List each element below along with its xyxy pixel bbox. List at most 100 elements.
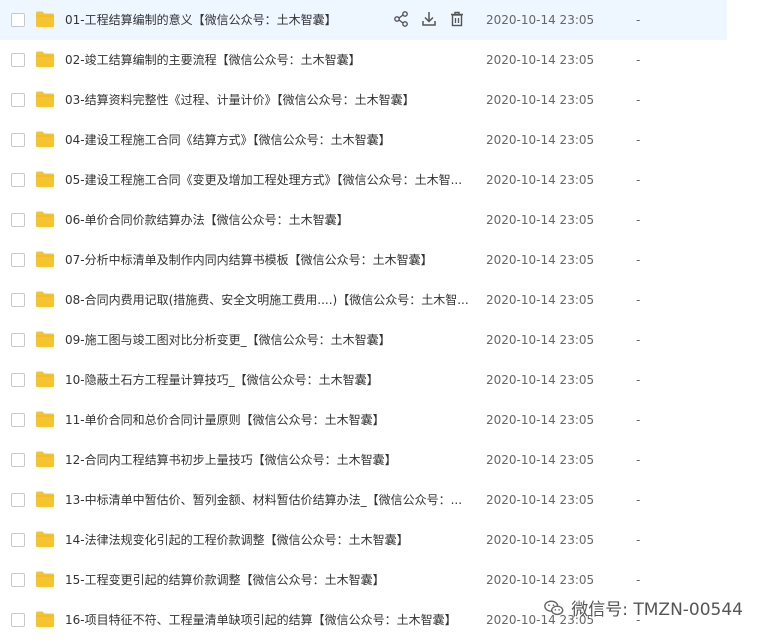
folder-icon[interactable]: [35, 490, 55, 508]
modified-date: 2020-10-14 23:05: [486, 293, 595, 307]
watermark-text: 微信号: TMZN-00544: [571, 600, 743, 620]
modified-date: 2020-10-14 23:05: [486, 333, 595, 347]
file-name-link[interactable]: 01-工程结算编制的意义【微信公众号：土木智囊】: [65, 11, 385, 29]
row-checkbox[interactable]: [11, 293, 25, 307]
folder-icon[interactable]: [35, 250, 55, 268]
file-size: -: [636, 373, 641, 387]
folder-icon[interactable]: [35, 210, 55, 228]
file-list: 01-工程结算编制的意义【微信公众号：土木智囊】 2020-10-14 23:05…: [0, 0, 727, 640]
file-size: -: [636, 333, 641, 347]
folder-icon[interactable]: [35, 330, 55, 348]
file-name-link[interactable]: 04-建设工程施工合同《结算方式》【微信公众号：土木智囊】: [65, 131, 475, 149]
modified-date: 2020-10-14 23:05: [486, 453, 595, 467]
row-checkbox[interactable]: [11, 13, 25, 27]
modified-date: 2020-10-14 23:05: [486, 493, 595, 507]
file-row[interactable]: 05-建设工程施工合同《变更及增加工程处理方式》【微信公众号：土木智... 202…: [0, 160, 727, 200]
folder-icon[interactable]: [35, 450, 55, 468]
file-row[interactable]: 12-合同内工程结算书初步上量技巧【微信公众号：土木智囊】 2020-10-14 …: [0, 440, 727, 480]
file-row[interactable]: 13-中标清单中暂估价、暂列金额、材料暂估价结算办法_【微信公众号：... 202…: [0, 480, 727, 520]
file-name-link[interactable]: 03-结算资料完整性《过程、计量计价》【微信公众号：土木智囊】: [65, 91, 475, 109]
file-size: -: [636, 493, 641, 507]
file-size: -: [636, 293, 641, 307]
file-size: -: [636, 133, 641, 147]
file-size: -: [636, 53, 641, 67]
file-size: -: [636, 173, 641, 187]
share-icon[interactable]: [392, 10, 410, 28]
folder-icon[interactable]: [35, 90, 55, 108]
file-row[interactable]: 14-法律法规变化引起的工程价款调整【微信公众号：土木智囊】 2020-10-14…: [0, 520, 727, 560]
modified-date: 2020-10-14 23:05: [486, 213, 595, 227]
folder-icon[interactable]: [35, 50, 55, 68]
file-row[interactable]: 02-竣工结算编制的主要流程【微信公众号：土木智囊】 2020-10-14 23:…: [0, 40, 727, 80]
modified-date: 2020-10-14 23:05: [486, 253, 595, 267]
file-row[interactable]: 09-施工图与竣工图对比分析变更_【微信公众号：土木智囊】 2020-10-14 …: [0, 320, 727, 360]
file-name-link[interactable]: 06-单价合同价款结算办法【微信公众号：土木智囊】: [65, 211, 475, 229]
row-checkbox[interactable]: [11, 613, 25, 627]
download-icon[interactable]: [420, 10, 438, 28]
file-name-link[interactable]: 16-项目特征不符、工程量清单缺项引起的结算【微信公众号：土木智囊】: [65, 611, 475, 629]
row-checkbox[interactable]: [11, 573, 25, 587]
modified-date: 2020-10-14 23:05: [486, 573, 595, 587]
file-name-link[interactable]: 07-分析中标清单及制作内同内结算书模板【微信公众号：土木智囊】: [65, 251, 475, 269]
file-size: -: [636, 13, 641, 27]
file-size: -: [636, 573, 641, 587]
row-checkbox[interactable]: [11, 533, 25, 547]
folder-icon[interactable]: [35, 370, 55, 388]
folder-icon[interactable]: [35, 410, 55, 428]
file-size: -: [636, 533, 641, 547]
modified-date: 2020-10-14 23:05: [486, 13, 595, 27]
file-name-link[interactable]: 13-中标清单中暂估价、暂列金额、材料暂估价结算办法_【微信公众号：...: [65, 491, 475, 509]
modified-date: 2020-10-14 23:05: [486, 373, 595, 387]
modified-date: 2020-10-14 23:05: [486, 533, 595, 547]
folder-icon[interactable]: [35, 530, 55, 548]
row-checkbox[interactable]: [11, 373, 25, 387]
file-row[interactable]: 07-分析中标清单及制作内同内结算书模板【微信公众号：土木智囊】 2020-10-…: [0, 240, 727, 280]
folder-icon[interactable]: [35, 10, 55, 28]
file-size: -: [636, 413, 641, 427]
file-name-link[interactable]: 05-建设工程施工合同《变更及增加工程处理方式》【微信公众号：土木智...: [65, 171, 475, 189]
row-checkbox[interactable]: [11, 133, 25, 147]
file-name-link[interactable]: 09-施工图与竣工图对比分析变更_【微信公众号：土木智囊】: [65, 331, 475, 349]
folder-icon[interactable]: [35, 570, 55, 588]
folder-icon[interactable]: [35, 610, 55, 628]
row-checkbox[interactable]: [11, 413, 25, 427]
file-name-link[interactable]: 14-法律法规变化引起的工程价款调整【微信公众号：土木智囊】: [65, 531, 475, 549]
modified-date: 2020-10-14 23:05: [486, 173, 595, 187]
file-row[interactable]: 08-合同内费用记取(措施费、安全文明施工费用....)【微信公众号：土木智..…: [0, 280, 727, 320]
file-row[interactable]: 11-单价合同和总价合同计量原则【微信公众号：土木智囊】 2020-10-14 2…: [0, 400, 727, 440]
file-size: -: [636, 253, 641, 267]
row-checkbox[interactable]: [11, 93, 25, 107]
row-checkbox[interactable]: [11, 493, 25, 507]
delete-icon[interactable]: [448, 10, 466, 28]
file-size: -: [636, 453, 641, 467]
folder-icon[interactable]: [35, 170, 55, 188]
file-row[interactable]: 03-结算资料完整性《过程、计量计价》【微信公众号：土木智囊】 2020-10-1…: [0, 80, 727, 120]
file-row[interactable]: 10-隐蔽土石方工程量计算技巧_【微信公众号：土木智囊】 2020-10-14 2…: [0, 360, 727, 400]
folder-icon[interactable]: [35, 290, 55, 308]
row-checkbox[interactable]: [11, 253, 25, 267]
modified-date: 2020-10-14 23:05: [486, 413, 595, 427]
modified-date: 2020-10-14 23:05: [486, 53, 595, 67]
modified-date: 2020-10-14 23:05: [486, 93, 595, 107]
file-size: -: [636, 93, 641, 107]
file-size: -: [636, 213, 641, 227]
row-checkbox[interactable]: [11, 453, 25, 467]
file-name-link[interactable]: 08-合同内费用记取(措施费、安全文明施工费用....)【微信公众号：土木智..…: [65, 291, 475, 309]
file-name-link[interactable]: 15-工程变更引起的结算价款调整【微信公众号：土木智囊】: [65, 571, 475, 589]
file-row[interactable]: 04-建设工程施工合同《结算方式》【微信公众号：土木智囊】 2020-10-14 …: [0, 120, 727, 160]
watermark: 微信号: TMZN-00544: [543, 595, 743, 620]
file-row[interactable]: 15-工程变更引起的结算价款调整【微信公众号：土木智囊】 2020-10-14 2…: [0, 560, 727, 600]
row-checkbox[interactable]: [11, 213, 25, 227]
folder-icon[interactable]: [35, 130, 55, 148]
wechat-icon: [544, 599, 564, 615]
file-name-link[interactable]: 10-隐蔽土石方工程量计算技巧_【微信公众号：土木智囊】: [65, 371, 475, 389]
file-name-link[interactable]: 12-合同内工程结算书初步上量技巧【微信公众号：土木智囊】: [65, 451, 475, 469]
row-checkbox[interactable]: [11, 173, 25, 187]
file-row[interactable]: 06-单价合同价款结算办法【微信公众号：土木智囊】 2020-10-14 23:0…: [0, 200, 727, 240]
row-checkbox[interactable]: [11, 333, 25, 347]
file-name-link[interactable]: 02-竣工结算编制的主要流程【微信公众号：土木智囊】: [65, 51, 475, 69]
file-row[interactable]: 01-工程结算编制的意义【微信公众号：土木智囊】 2020-10-14 23:05…: [0, 0, 727, 40]
file-name-link[interactable]: 11-单价合同和总价合同计量原则【微信公众号：土木智囊】: [65, 411, 475, 429]
row-checkbox[interactable]: [11, 53, 25, 67]
row-actions: [392, 10, 466, 28]
